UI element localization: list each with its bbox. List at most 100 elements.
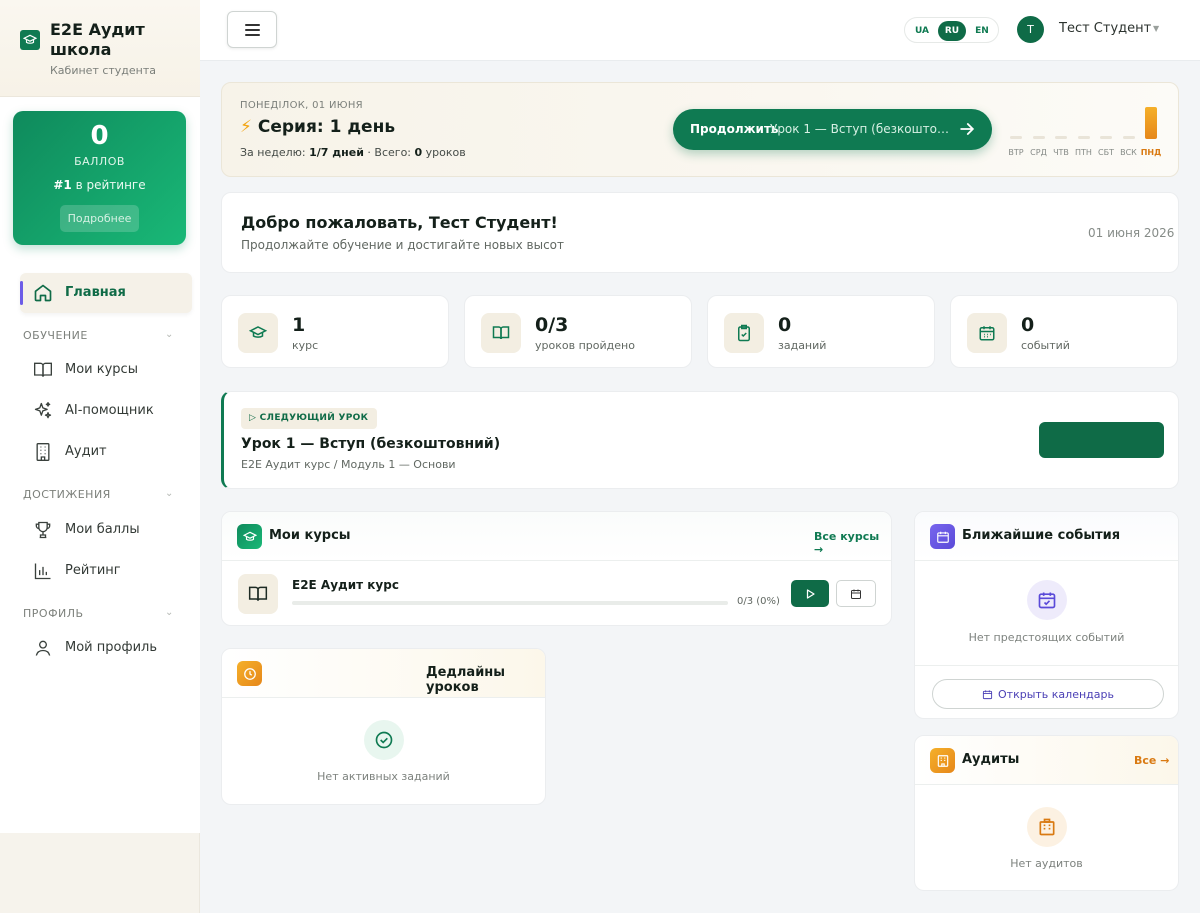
card-header: Ближайшие события: [915, 512, 1178, 561]
calendar-check-icon: [1027, 580, 1067, 620]
stat-label: событий: [1021, 339, 1070, 352]
next-lesson-card: ▷ СЛЕДУЮЩИЙ УРОК Урок 1 — Вступ (безкошт…: [221, 391, 1179, 489]
card-title: Дедлайны уроков: [426, 665, 506, 695]
arrow-right-icon: [957, 119, 977, 143]
sidebar-item-label: Мой профиль: [65, 640, 157, 655]
audits-empty-text: Нет аудитов: [1010, 857, 1083, 870]
clipboard-icon: [724, 313, 764, 353]
day-label: СБТ: [1098, 148, 1114, 157]
rank-text: #1 в рейтинге: [13, 178, 186, 192]
menu-bar: [245, 34, 260, 36]
rank-suffix: в рейтинге: [71, 178, 146, 192]
sidebar-item-home[interactable]: Главная: [20, 273, 192, 313]
menu-bar: [245, 29, 260, 31]
all-audits-link[interactable]: Все →: [1134, 754, 1169, 767]
course-progress-bar: [292, 601, 728, 605]
sidebar-item-label: Мои курсы: [65, 362, 138, 377]
lang-ru[interactable]: RU: [938, 21, 966, 41]
calendar-icon: [930, 524, 955, 549]
nav-section-profile[interactable]: ПРОФИЛЬ: [23, 607, 84, 620]
total-suffix: уроков: [422, 146, 466, 159]
open-calendar-button[interactable]: Открыть календарь: [932, 679, 1164, 709]
building-icon: [33, 442, 53, 466]
avatar[interactable]: Т: [1017, 16, 1044, 43]
score-more-button[interactable]: Подробнее: [60, 205, 139, 232]
play-course-button[interactable]: [791, 580, 829, 607]
building-icon: [930, 748, 955, 773]
card-header: Дедлайны уроков: [222, 649, 545, 698]
card-header: Аудиты Все →: [915, 736, 1178, 785]
day-чтв: ЧТВ: [1053, 103, 1069, 157]
deadlines-empty-text: Нет активных заданий: [317, 770, 450, 783]
sidebar-item-ai-helper[interactable]: AI-помощник: [30, 396, 190, 426]
sidebar-item-rating[interactable]: Рейтинг: [30, 556, 190, 586]
calendar-icon: [851, 589, 861, 599]
building-icon: [1027, 807, 1067, 847]
menu-bar: [245, 24, 260, 26]
chevron-down-icon[interactable]: ⌄: [165, 329, 173, 340]
day-bar: [1055, 136, 1067, 139]
card-title: Ближайшие события: [962, 528, 1121, 543]
brand-title: E2E Аудит школа: [50, 20, 145, 59]
day-bar: [1122, 136, 1135, 139]
card-title: Аудиты: [962, 752, 1020, 767]
chevron-down-icon[interactable]: ⌄: [165, 488, 173, 499]
next-lesson-path: E2E Аудит курс / Модуль 1 — Основи: [241, 458, 456, 471]
continue-button[interactable]: Продолжить Урок 1 — Вступ (безкоштовний): [673, 109, 992, 150]
day-label: ВСК: [1120, 148, 1137, 157]
lang-ua[interactable]: UA: [908, 21, 936, 41]
sidebar-item-my-courses[interactable]: Мои курсы: [30, 355, 190, 385]
start-lesson-button[interactable]: [1039, 422, 1164, 458]
sidebar: E2E Аудит школа Кабинет студента 0 БАЛЛО…: [0, 0, 200, 913]
current-date: 01 июня 2026: [1088, 226, 1175, 240]
calendar-icon: [982, 689, 993, 699]
week-days-chart: ВТР СРД ЧТВ ПТН СБТ ВСК ПНД: [1008, 103, 1161, 157]
nav-section-learning[interactable]: ОБУЧЕНИЕ: [23, 329, 88, 342]
day-птн: ПТН: [1075, 103, 1092, 157]
sidebar-item-my-profile[interactable]: Мой профиль: [30, 633, 190, 663]
brand-header: E2E Аудит школа Кабинет студента: [0, 0, 200, 97]
all-courses-link[interactable]: Все курсы →: [814, 530, 891, 556]
stat-value: 0: [778, 314, 792, 336]
stat-lessons: 0/3 уроков пройдено: [464, 295, 692, 368]
brand-subtitle: Кабинет студента: [50, 64, 157, 77]
clock-icon: [237, 661, 262, 686]
stat-tasks: 0 заданий: [707, 295, 935, 368]
divider: [915, 665, 1178, 666]
streak-week-summary: За неделю: 1/7 дней · Всего: 0 уроков: [240, 146, 466, 159]
day-втр: ВТР: [1008, 103, 1024, 157]
menu-toggle-button[interactable]: [227, 11, 277, 48]
chevron-down-icon[interactable]: ⌄: [165, 607, 173, 618]
day-label: ЧТВ: [1053, 148, 1069, 157]
graduation-cap-icon: [238, 313, 278, 353]
stat-value: 0/3: [535, 314, 569, 336]
day-срд: СРД: [1030, 103, 1047, 157]
course-name[interactable]: E2E Аудит курс: [292, 578, 399, 592]
sidebar-item-my-points[interactable]: Мои баллы: [30, 515, 190, 545]
continue-lesson-text: Урок 1 — Вступ (безкоштовний): [770, 122, 952, 136]
bar-chart-icon: [33, 561, 53, 585]
score-label: БАЛЛОВ: [74, 155, 125, 168]
stat-label: курс: [292, 339, 319, 352]
chevron-down-icon[interactable]: ▼: [1153, 24, 1159, 33]
user-name[interactable]: Тест Студент: [1059, 21, 1151, 36]
day-label: ПТН: [1075, 148, 1092, 157]
nav-section-achievements[interactable]: ДОСТИЖЕНИЯ: [23, 488, 111, 501]
stat-value: 1: [292, 314, 306, 336]
stat-label: заданий: [778, 339, 827, 352]
stat-value: 0: [1021, 314, 1035, 336]
course-calendar-button[interactable]: [836, 580, 876, 607]
total-prefix: · Всего:: [363, 146, 415, 159]
calendar-icon: [967, 313, 1007, 353]
events-card: Ближайшие события Нет предстоящих событи…: [914, 511, 1179, 719]
streak-date: ПОНЕДІЛОК, 01 ИЮНЯ: [240, 100, 363, 111]
day-label: ВТР: [1008, 148, 1024, 157]
book-icon: [481, 313, 521, 353]
lang-en[interactable]: EN: [968, 21, 996, 41]
day-пнд: ПНД: [1141, 103, 1161, 157]
sidebar-item-label: Рейтинг: [65, 563, 121, 578]
topbar: UA RU EN Т Тест Студент ▼: [200, 0, 1200, 61]
day-bar: [1010, 136, 1022, 139]
user-icon: [33, 638, 53, 662]
sidebar-item-audit[interactable]: Аудит: [30, 437, 190, 467]
